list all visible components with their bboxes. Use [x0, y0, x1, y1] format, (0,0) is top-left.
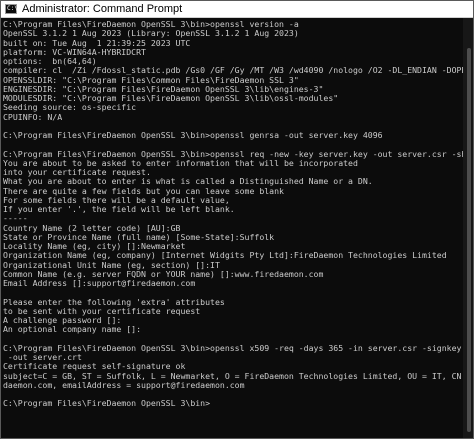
- vertical-scrollbar[interactable]: [463, 18, 473, 438]
- command-prompt-icon: C:\: [5, 4, 18, 14]
- console-line: An optional company name []:: [3, 324, 142, 335]
- console-line: C:\Program Files\FireDaemon OpenSSL 3\bi…: [3, 130, 383, 140]
- scrollbar-thumb[interactable]: [467, 48, 471, 432]
- title-bar[interactable]: C:\ Administrator: Command Prompt: [1, 1, 473, 18]
- console-line: Email Address []:support@firedaemon.com: [3, 278, 196, 288]
- console-line: If you enter '.', the field will be left…: [3, 204, 235, 214]
- console-output[interactable]: C:\Program Files\FireDaemon OpenSSL 3\bi…: [1, 18, 463, 438]
- command-prompt-window: C:\ Administrator: Command Prompt C:\Pro…: [0, 0, 474, 439]
- console-line: daemon.com, emailAddress = support@fired…: [3, 379, 245, 390]
- window-title: Administrator: Command Prompt: [22, 3, 183, 15]
- command-prompt-line[interactable]: C:\Program Files\FireDaemon OpenSSL 3\bi…: [3, 398, 463, 408]
- console-line: Seeding source: os-specific: [3, 102, 137, 113]
- console-line: CPUINFO: N/A: [3, 111, 63, 122]
